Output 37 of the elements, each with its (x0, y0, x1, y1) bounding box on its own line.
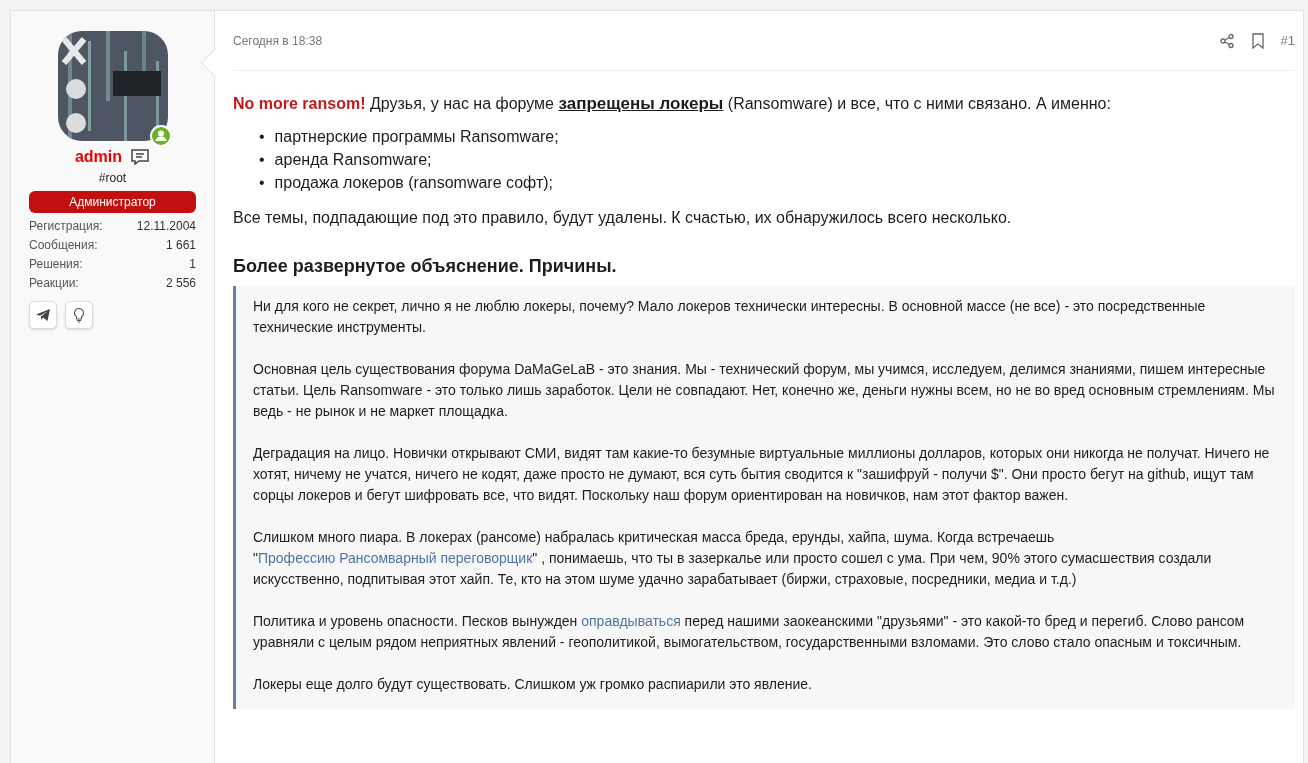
quote-paragraph: Ни для кого не секрет, лично я не люблю локеры, почему? Мало локеров технически интересны. В основной массе (не все) - это посредственные технические инструменты. (253, 297, 1207, 338)
lightbulb-icon (71, 307, 87, 323)
quote-paragraph: Политика и уровень опасности. Песков вынужден оправдываться перед нашими заокеанскими "друзьями" - это какой-то бред и перегиб. Слово рансом уравняли с целым рядом неприятных явлений - геополитикой, вымогательством, государственными взломами. Это слово стало опасным и токсичным. (253, 612, 1246, 653)
user-title: #root (97, 170, 128, 187)
role-banner: Администратор (29, 191, 196, 213)
quote-paragraph: Локеры еще долго будут существовать. Слишком уж громко распиарили это явление. (253, 675, 813, 695)
quote-paragraph: Слишком много пиара. В локерах (рансоме) набралась критическая масса бреда, ерунды, хайпа, шума. Когда встречаешь "Профессию Рансомварный переговорщик" , понимаешь, что ты в зазеркалье или просто сошел с ума. При чем, 90% этого сумасшествия создали искусственно, подпитывая этот хайп. Те, кто на этом шуме удачно зарабатывает (биржи, страховые, посредники, медиа и т.д.) (253, 528, 1213, 590)
post-date[interactable]: Сегодня в 18:38 (233, 31, 323, 50)
paragraph: Все темы, подпадающие под это правило, будут удалены. К счастью, их обнаружилось всего несколько. (233, 207, 1013, 228)
message-icon[interactable] (130, 148, 151, 166)
telegram-button[interactable] (29, 301, 57, 329)
stat-value: 1 (189, 256, 196, 273)
bookmark-icon[interactable] (1250, 32, 1265, 49)
list-item: аренда Ransomware; (274, 149, 432, 170)
link[interactable]: оправдываться (581, 613, 681, 630)
username[interactable]: admin (74, 145, 123, 169)
telegram-icon (35, 307, 51, 323)
quote-paragraph: Деградация на лицо. Новички открывают СМИ, видят там какие-то безумные виртуальные миллионы долларов, которых они никогда не получат. Ничего не хотят, ничему не учатся, ничего не кодят, даже просто не думают, вся суть бытия сводится к "зашифруй - получи $". Они просто бегут на github, ищут там сорцы локеров и бегут шифровать все, что видят. Поскольку наш форум ориентирован на новичков, нам этот фактор важен. (253, 444, 1271, 506)
quote-paragraph: Основная цель существования форума DaMaGeLaB - это знания. Мы - технический форум, мы учимся, исследуем, делимся знаниями, пишем интересные статьи. Цель Ransomware - это только лишь заработок. Цели не совпадают. Нет, конечно же, деньги нужны всем, но не во вред основным стремлениям. Мы ведь - не рынок и не маркет площадка. (253, 360, 1276, 422)
stat-value: 2 556 (165, 275, 196, 292)
bullet: • (259, 149, 265, 170)
stat-label: Решения: (29, 256, 83, 273)
share-icon[interactable] (1218, 32, 1235, 49)
stat-label: Регистрация: (29, 218, 103, 235)
section-heading: Более развернутое объяснение. Причины. (233, 255, 618, 278)
list-item: партнерские программы Ransomware; (274, 126, 559, 147)
idea-button[interactable] (65, 301, 93, 329)
list-item: продажа локеров (ransomware софт); (274, 172, 554, 193)
link[interactable]: Профессию Рансомварный переговорщик (258, 550, 533, 567)
intro-paragraph: No more ransom! Друзья, у нас на форуме запрещены локеры (Ransomware) и все, что с ними связано. А именно: (233, 93, 1112, 115)
stat-value: 1 661 (165, 237, 196, 254)
stat-label: Сообщения: (29, 237, 98, 254)
bullet: • (259, 172, 265, 193)
bullet: • (259, 126, 265, 147)
post-number[interactable]: #1 (1280, 30, 1295, 51)
stat-label: Реакции: (29, 275, 79, 292)
stat-value: 12.11.2004 (136, 218, 196, 235)
